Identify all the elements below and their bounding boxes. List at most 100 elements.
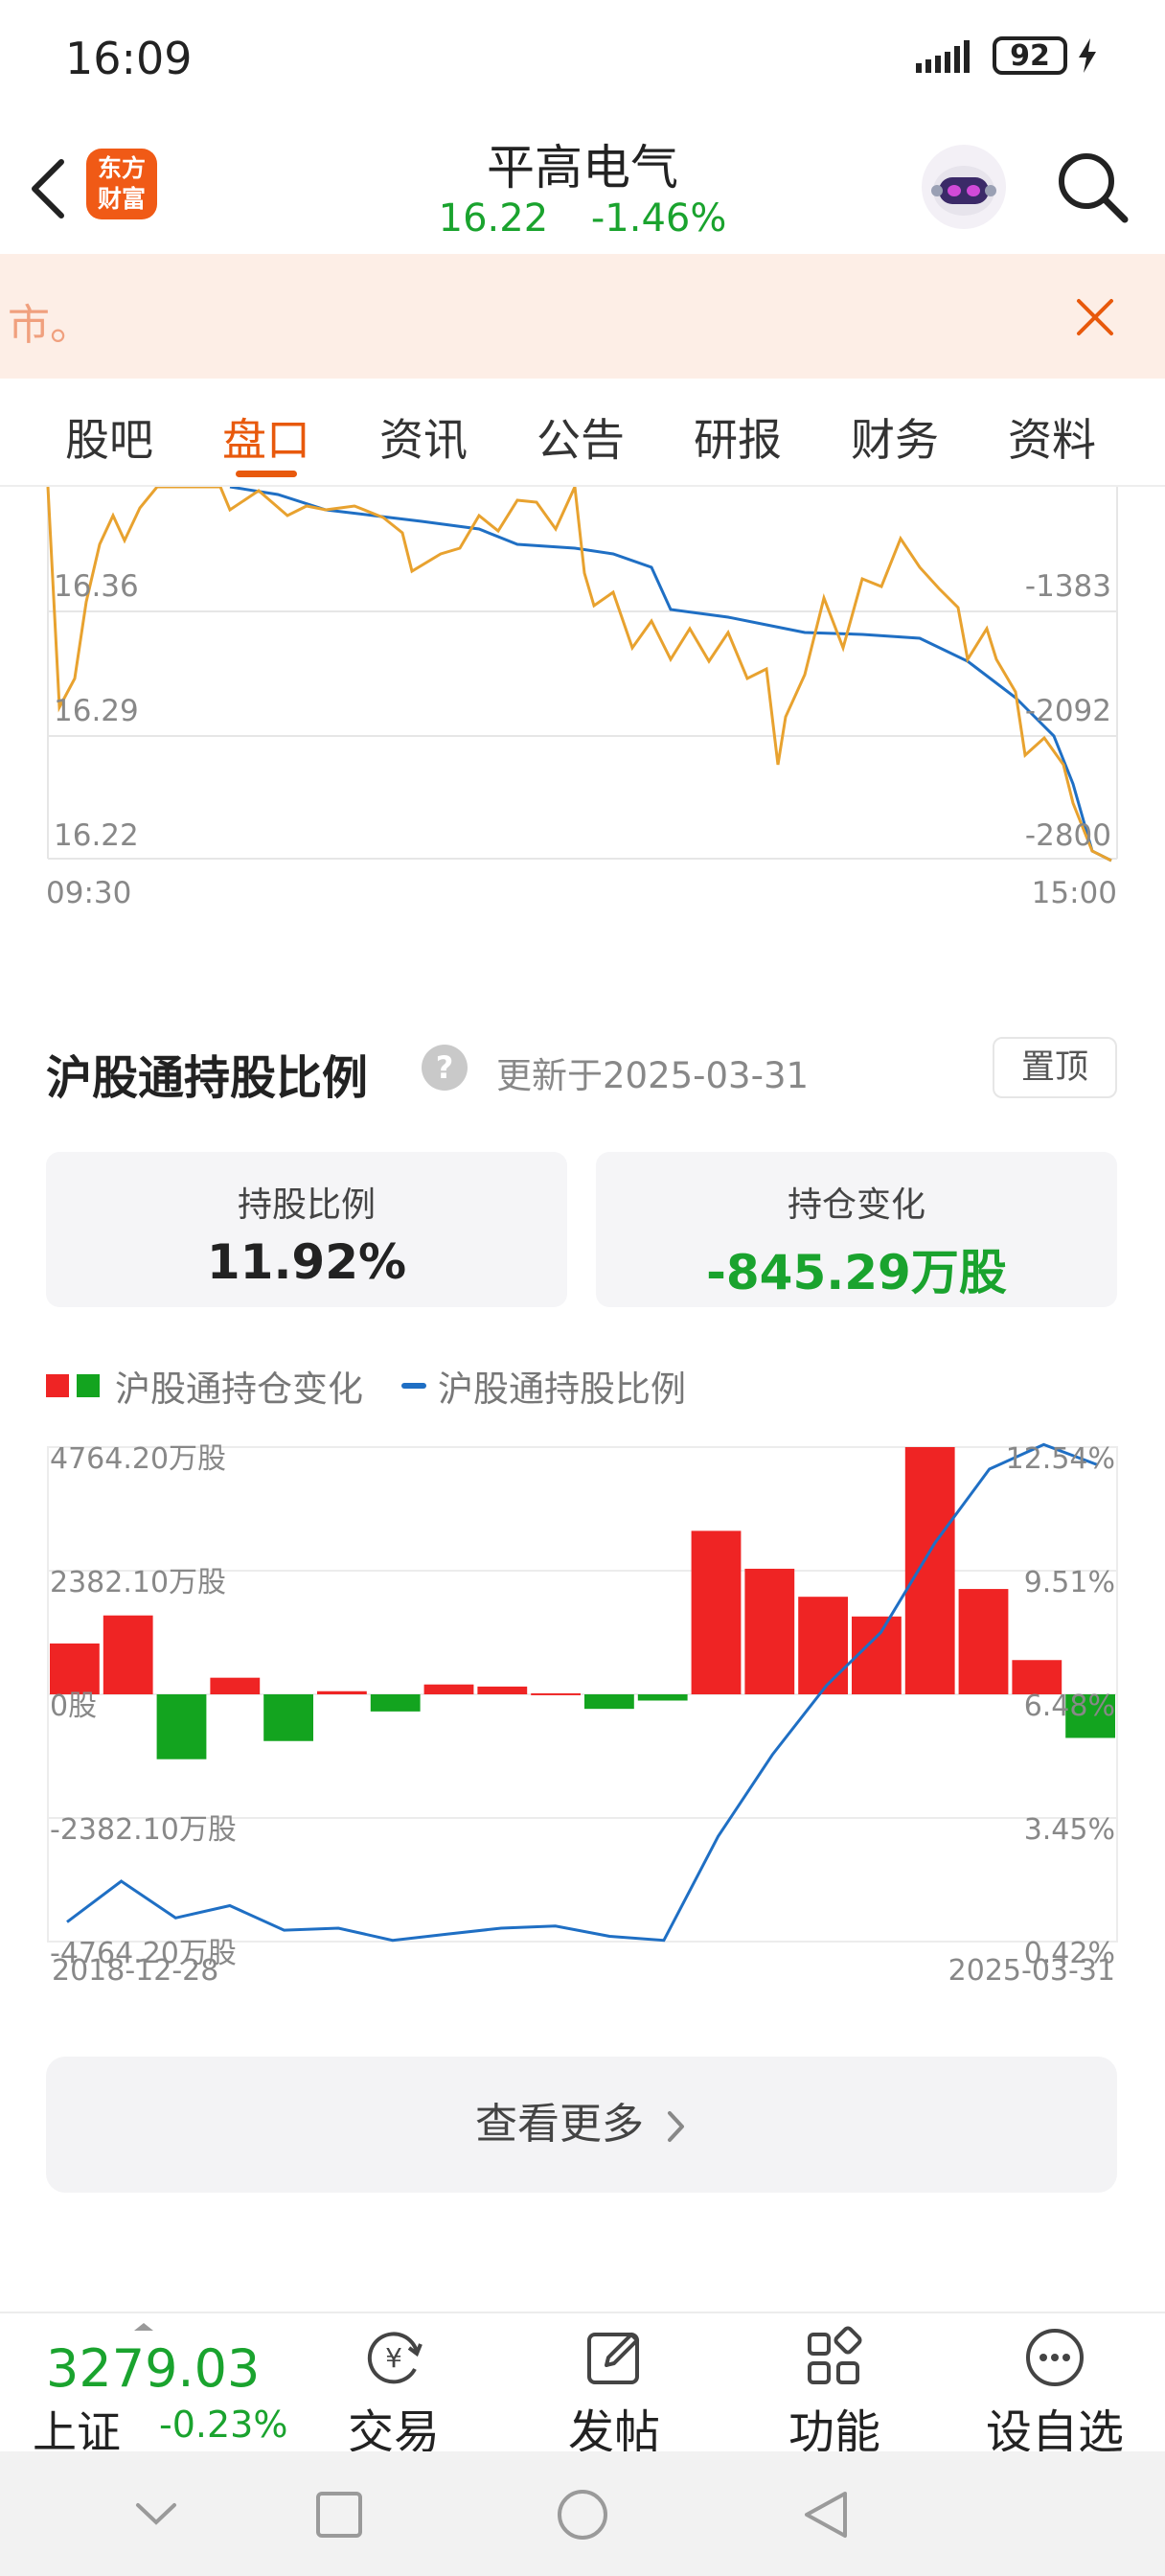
ratio-label: 持股比例 <box>237 1185 376 1225</box>
home-icon[interactable] <box>556 2488 609 2542</box>
trade-icon: ¥ <box>367 2332 423 2384</box>
index-change: -0.23% <box>159 2404 288 2446</box>
grid-icon <box>808 2326 862 2384</box>
change-value: -845.29万股 <box>706 1245 1007 1300</box>
help-icon[interactable]: ? <box>422 1045 468 1091</box>
holding-change-bar <box>50 1643 100 1694</box>
nav-post[interactable]: 发帖 <box>533 2323 696 2461</box>
y-left-tick: -2382.10万股 <box>50 1813 237 1847</box>
x-end-tick: 2025-03-31 <box>948 1954 1115 1988</box>
holding-change-bar <box>904 1447 955 1694</box>
caret-up-icon <box>134 2323 153 2331</box>
holding-change-bar <box>103 1615 153 1694</box>
holding-change-bar <box>744 1568 795 1694</box>
holding-change-bar <box>210 1677 261 1694</box>
y-right-tick: 12.54% <box>1006 1442 1115 1476</box>
edit-icon <box>587 2333 639 2384</box>
intraday-chart: 16.36 16.29 16.22 -1383 -2092 -2800 09:3… <box>0 481 1165 910</box>
tab-profile[interactable]: 资料 <box>1008 405 1096 469</box>
see-more-button[interactable]: 查看更多 <box>46 2057 1117 2193</box>
chevron-right-icon <box>668 2111 684 2142</box>
notice-banner: 市。 <box>0 254 1165 379</box>
bottom-nav: 3279.03 上证 -0.23% ¥ 交易 发帖 功能 设自选 <box>0 2312 1165 2459</box>
nav-functions[interactable]: 功能 <box>753 2323 916 2461</box>
holding-change-bar <box>798 1597 848 1694</box>
holding-change-bar <box>637 1694 688 1701</box>
ratio-value: 11.92% <box>206 1234 407 1290</box>
holding-change-bar <box>423 1684 474 1694</box>
y-right-tick: 6.48% <box>1024 1690 1115 1723</box>
signal-icon <box>916 40 970 73</box>
tab-announcements[interactable]: 公告 <box>537 405 625 469</box>
y-right-tick: 9.51% <box>1024 1566 1115 1599</box>
holding-change-bar <box>584 1694 634 1710</box>
close-icon[interactable] <box>1073 295 1117 339</box>
back-nav-icon[interactable] <box>801 2488 851 2542</box>
y-left-tick: 0股 <box>50 1690 97 1723</box>
holding-change-bar <box>370 1694 421 1712</box>
ratio-card: 持股比例 11.92% <box>46 1152 567 1307</box>
change-card: 持仓变化 -845.29万股 <box>596 1152 1117 1307</box>
svg-text:¥: ¥ <box>385 2342 402 2374</box>
active-tab-indicator <box>236 471 297 477</box>
y-left-tick: 4764.20万股 <box>50 1442 226 1476</box>
intraday-x-start: 09:30 <box>46 876 132 910</box>
charging-icon <box>1079 38 1096 73</box>
chevron-down-icon[interactable] <box>132 2499 180 2528</box>
stock-change: -1.46% <box>590 196 727 241</box>
legend-green-square <box>77 1374 100 1397</box>
see-more-label: 查看更多 <box>475 2100 644 2149</box>
tab-news[interactable]: 资讯 <box>379 405 468 469</box>
update-date: 更新于2025-03-31 <box>496 1055 810 1096</box>
status-time: 16:09 <box>65 33 193 84</box>
holding-change-bar <box>317 1690 367 1694</box>
search-icon[interactable] <box>1054 149 1131 225</box>
tab-finance[interactable]: 财务 <box>851 405 939 469</box>
ai-assistant-icon[interactable] <box>920 143 1008 231</box>
holding-change-bar <box>958 1589 1009 1694</box>
holding-change-bar <box>263 1694 313 1741</box>
battery-icon: 92 <box>993 36 1067 75</box>
more-icon <box>1026 2329 1084 2386</box>
legend-line-swatch <box>401 1383 426 1389</box>
tab-guba[interactable]: 股吧 <box>65 405 153 469</box>
holding-chart-svg: 4764.20万股2382.10万股0股-2382.10万股-4764.20万股… <box>47 1442 1118 1988</box>
intraday-price-line <box>46 481 1112 862</box>
y-left-tick: 2382.10万股 <box>50 1566 226 1599</box>
holding-chart: 4764.20万股 2382.10万股 0股 -2382.10万股 -4764.20万股… <box>0 1428 1165 2003</box>
intraday-y-left-2: 16.29 <box>54 694 139 728</box>
holding-change-bar <box>531 1692 581 1695</box>
status-bar: 16:09 92 <box>0 0 1165 120</box>
nav-watchlist[interactable]: 设自选 <box>973 2323 1136 2461</box>
intraday-y-left-1: 16.36 <box>54 569 139 604</box>
holding-change-bar <box>477 1686 528 1694</box>
intraday-avg-line <box>229 485 1112 862</box>
holding-change-bar <box>691 1530 742 1694</box>
y-right-tick: 3.45% <box>1024 1813 1115 1847</box>
legend-red-square <box>46 1374 69 1397</box>
intraday-plot <box>46 481 1118 862</box>
stock-header: 东方 财富 平高电气 16.22 -1.46% <box>0 120 1165 254</box>
holding-change-bar <box>156 1694 207 1760</box>
intraday-x-end: 15:00 <box>1031 876 1117 910</box>
tab-research[interactable]: 研报 <box>694 405 782 469</box>
recents-icon[interactable] <box>314 2490 364 2540</box>
intraday-y-right-3: -2800 <box>1024 818 1111 853</box>
section-title: 沪股通持股比例 <box>46 1051 369 1105</box>
pin-top-button[interactable]: 置顶 <box>993 1037 1117 1098</box>
intraday-y-right-2: -2092 <box>1024 694 1111 728</box>
change-label: 持仓变化 <box>787 1185 925 1225</box>
intraday-y-right-1: -1383 <box>1024 569 1111 604</box>
chart-legend: 沪股通持仓变化 沪股通持股比例 <box>46 1363 686 1410</box>
index-value: 3279.03 <box>46 2338 261 2399</box>
stock-price: 16.22 <box>438 196 549 241</box>
legend-line-label: 沪股通持股比例 <box>438 1368 686 1410</box>
nav-trade[interactable]: ¥ 交易 <box>312 2323 475 2461</box>
battery-level: 92 <box>1010 38 1050 73</box>
status-icons: 92 <box>914 36 1098 75</box>
legend-bar-label: 沪股通持仓变化 <box>115 1368 363 1410</box>
system-nav-bar <box>0 2451 1165 2576</box>
intraday-y-left-3: 16.22 <box>54 818 139 853</box>
banner-text: 市。 <box>8 301 92 350</box>
tab-pankou[interactable]: 盘口 <box>222 405 310 469</box>
